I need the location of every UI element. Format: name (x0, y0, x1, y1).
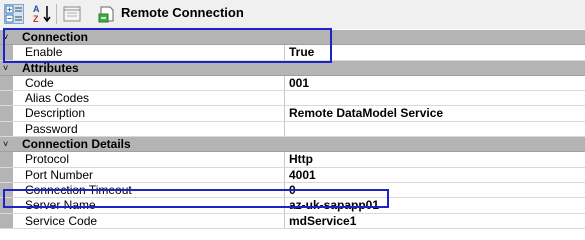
property-value[interactable]: True (289, 45, 314, 59)
collapse-chevron-icon[interactable]: ˅ (3, 61, 8, 75)
category-label: Connection Details (22, 137, 131, 152)
category-row[interactable]: ˅ Attributes (0, 60, 585, 76)
property-name: Protocol (25, 152, 70, 167)
property-name: Connection Timeout (25, 182, 132, 197)
row-margin (0, 213, 13, 228)
collapse-chevron-icon[interactable]: ˅ (3, 30, 8, 44)
property-name: Port Number (25, 167, 94, 182)
property-value[interactable]: 001 (289, 76, 309, 90)
property-row[interactable]: Server Name az-uk-sapapp01 (0, 198, 585, 214)
row-margin (0, 182, 13, 198)
categorized-view-button[interactable] (4, 4, 24, 24)
connection-object-icon (98, 5, 116, 23)
property-row[interactable]: Password (0, 121, 585, 138)
property-row[interactable]: Port Number 4001 (0, 167, 585, 183)
property-value[interactable]: az-uk-sapapp01 (289, 198, 379, 212)
property-row[interactable]: Service Code mdService1 (0, 213, 585, 229)
column-divider[interactable] (284, 198, 285, 213)
property-value[interactable]: Http (289, 152, 313, 166)
categorized-icon (5, 5, 22, 23)
column-divider[interactable] (284, 121, 285, 137)
object-title: Remote Connection (121, 5, 244, 20)
row-margin (0, 152, 13, 167)
row-margin (0, 106, 13, 121)
sort-alphabetical-icon: A Z (33, 4, 51, 24)
row-margin (0, 198, 13, 213)
row-margin (0, 91, 13, 106)
property-name: Service Code (25, 213, 98, 228)
column-divider[interactable] (284, 106, 285, 121)
column-divider[interactable] (284, 182, 285, 198)
property-row[interactable]: Protocol Http (0, 152, 585, 168)
property-row[interactable]: Alias Codes (0, 91, 585, 107)
category-label: Connection (22, 30, 88, 44)
property-row[interactable]: Description Remote DataModel Service (0, 106, 585, 122)
property-name: Enable (25, 45, 63, 60)
row-margin (0, 167, 13, 182)
category-row[interactable]: ˅ Connection Details (0, 137, 585, 153)
row-margin (0, 121, 13, 137)
column-divider[interactable] (284, 91, 285, 106)
column-divider[interactable] (284, 75, 285, 91)
property-pages-icon (63, 6, 81, 22)
row-margin (0, 45, 13, 60)
property-grid-toolbar: A Z Remote Connection (0, 0, 585, 29)
column-divider[interactable] (284, 213, 285, 228)
svg-text:A: A (33, 4, 40, 14)
property-name: Alias Codes (25, 91, 90, 106)
alphabetical-sort-button[interactable]: A Z (32, 4, 52, 24)
svg-text:Z: Z (33, 14, 39, 24)
property-pages-button[interactable] (62, 4, 82, 24)
property-name: Description (25, 106, 86, 121)
property-value[interactable]: 4001 (289, 168, 316, 182)
property-value[interactable]: 0 (289, 183, 296, 197)
property-name: Server Name (25, 198, 96, 213)
collapse-chevron-icon[interactable]: ˅ (3, 137, 8, 151)
property-name: Password (25, 121, 78, 136)
column-divider[interactable] (284, 167, 285, 182)
column-divider[interactable] (284, 45, 285, 60)
category-label: Attributes (22, 60, 79, 75)
row-margin (0, 75, 13, 91)
column-divider[interactable] (284, 152, 285, 167)
category-row[interactable]: ˅ Connection (0, 30, 585, 46)
property-row[interactable]: Enable True (0, 45, 585, 61)
property-grid: ˅ Connection Enable True ˅ Attributes Code 001 A… (0, 30, 585, 229)
property-row[interactable]: Code 001 (0, 75, 585, 92)
property-row[interactable]: Connection Timeout 0 (0, 182, 585, 199)
property-value[interactable]: mdService1 (289, 214, 356, 228)
property-value[interactable]: Remote DataModel Service (289, 106, 443, 120)
property-name: Code (25, 75, 54, 90)
toolbar-separator (56, 4, 57, 24)
